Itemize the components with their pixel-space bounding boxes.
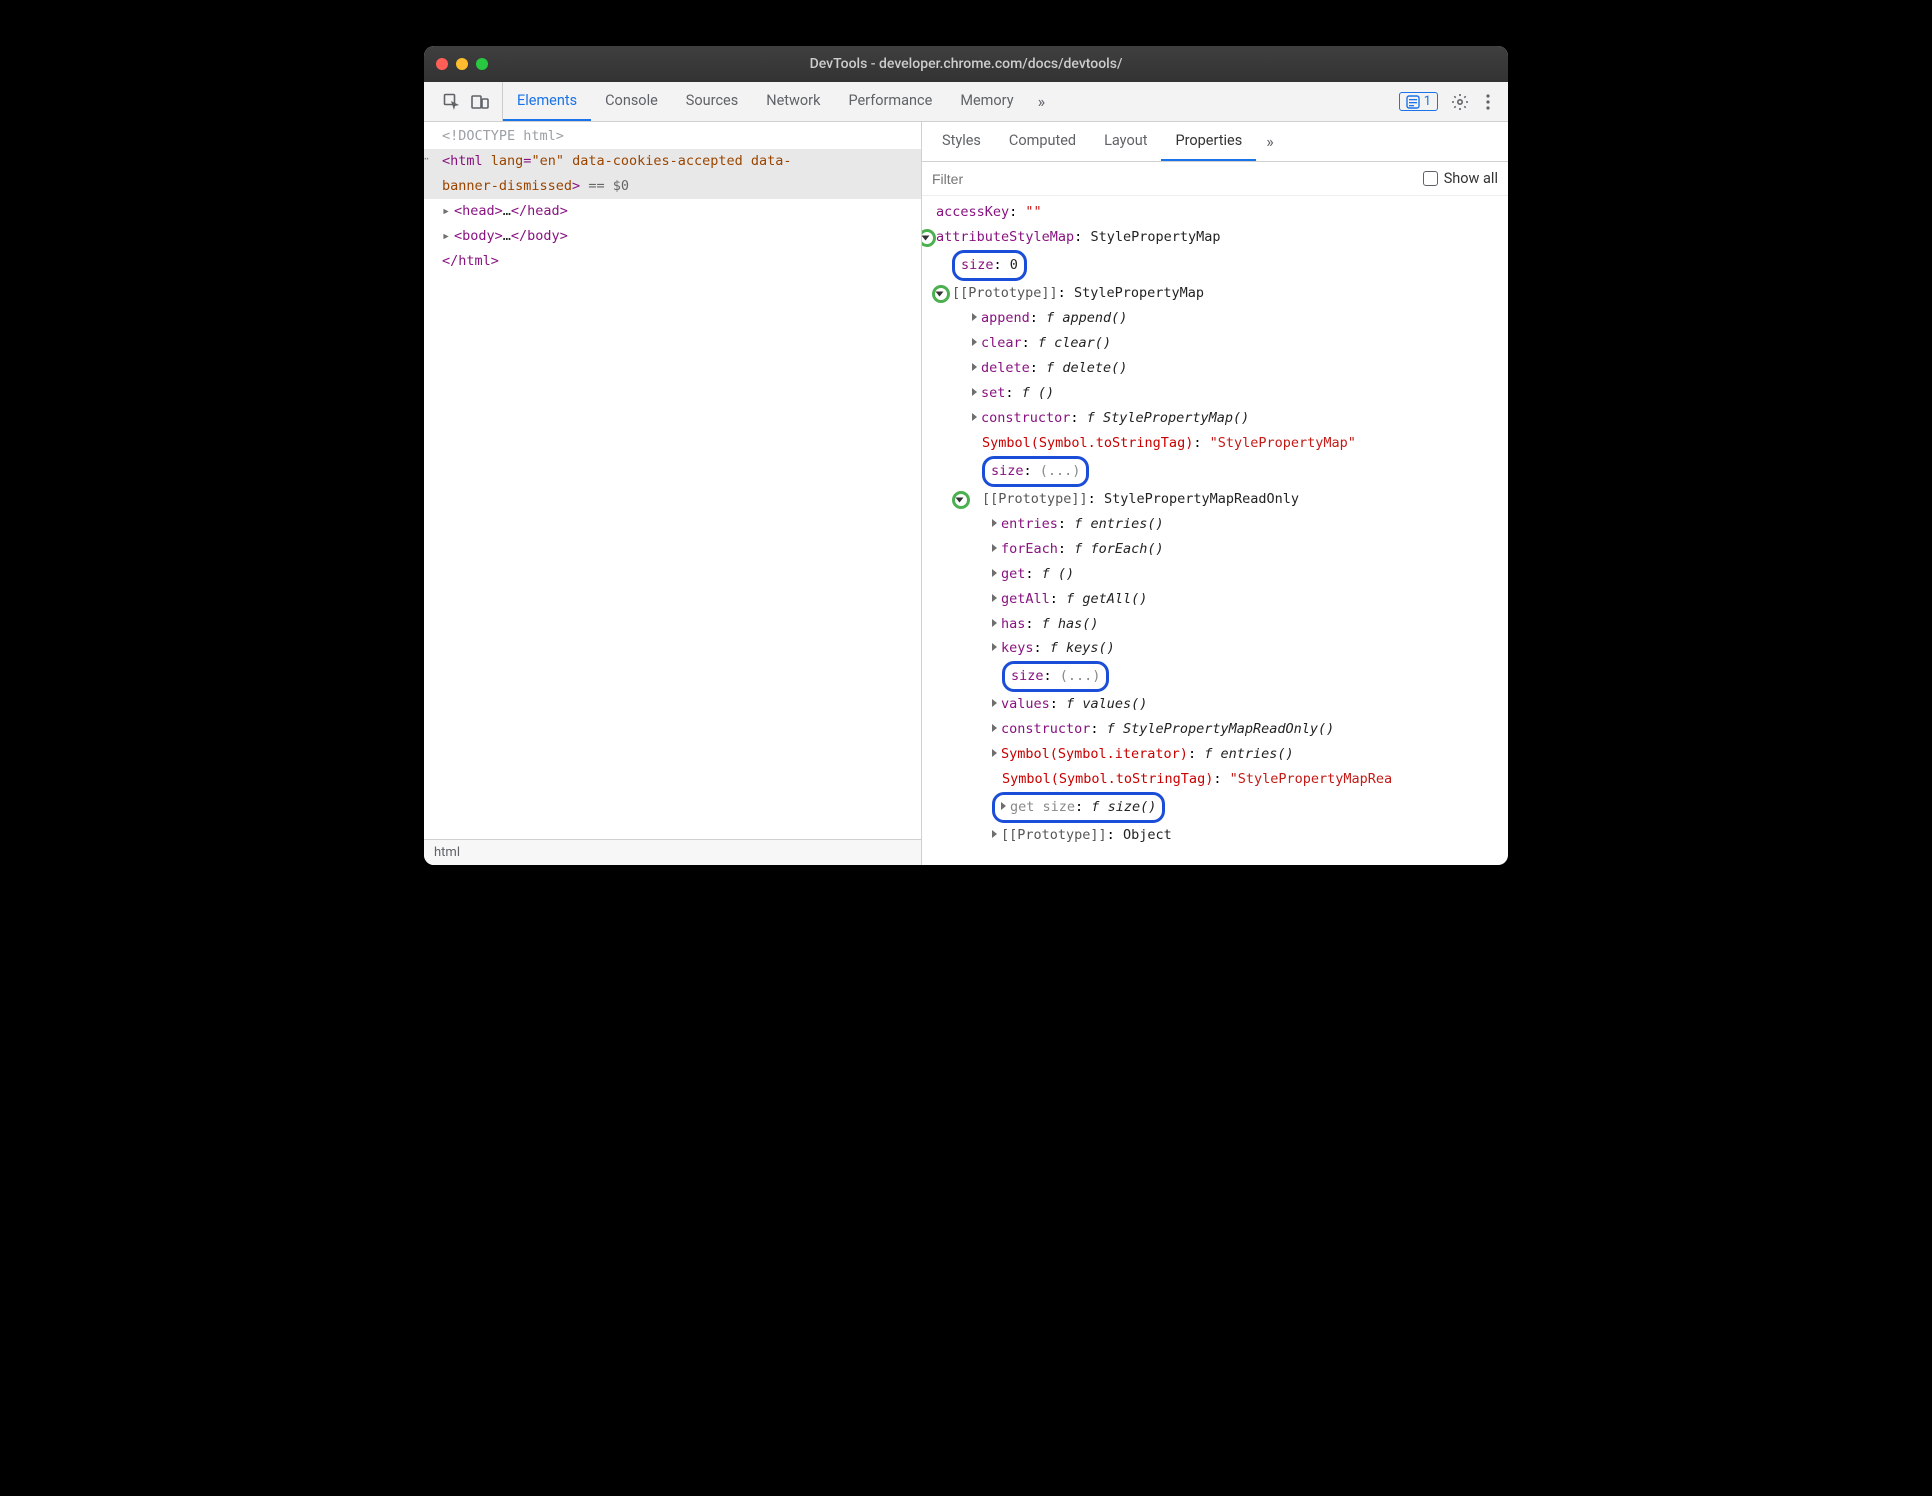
prop-values[interactable]: values: f values() — [922, 692, 1508, 717]
dom-html-element[interactable]: ⋯ <html lang="en" data-cookies-accepted … — [424, 149, 921, 199]
prop-prototype-2[interactable]: [[Prototype]]: StylePropertyMapReadOnly — [922, 487, 1508, 512]
prop-size-dots-2[interactable]: size: (...) — [922, 661, 1508, 692]
more-tabs-icon[interactable]: » — [1028, 82, 1056, 121]
window-title: DevTools - developer.chrome.com/docs/dev… — [424, 56, 1508, 72]
tab-sources[interactable]: Sources — [672, 82, 752, 121]
devtools-window: DevTools - developer.chrome.com/docs/dev… — [424, 46, 1508, 865]
dom-body-element[interactable]: ▸<body>…</body> — [424, 224, 921, 249]
tab-network[interactable]: Network — [752, 82, 834, 121]
close-window-button[interactable] — [436, 58, 448, 70]
tab-computed[interactable]: Computed — [995, 122, 1090, 161]
tab-performance[interactable]: Performance — [834, 82, 946, 121]
prop-attributestylemap[interactable]: attributeStyleMap: StylePropertyMap — [922, 225, 1508, 250]
show-all-label: Show all — [1444, 170, 1498, 187]
prop-constructor-2[interactable]: constructor: f StylePropertyMapReadOnly(… — [922, 717, 1508, 742]
elements-panel: <!DOCTYPE html> ⋯ <html lang="en" data-c… — [424, 122, 922, 865]
filter-bar: Show all — [922, 162, 1508, 196]
tab-memory[interactable]: Memory — [946, 82, 1027, 121]
prop-append[interactable]: append: f append() — [922, 306, 1508, 331]
titlebar: DevTools - developer.chrome.com/docs/dev… — [424, 46, 1508, 82]
traffic-lights — [436, 58, 488, 70]
tab-console[interactable]: Console — [591, 82, 672, 121]
prop-clear[interactable]: clear: f clear() — [922, 331, 1508, 356]
main-toolbar: Elements Console Sources Network Perform… — [424, 82, 1508, 122]
prop-size-dots-1[interactable]: size: (...) — [922, 456, 1508, 487]
dom-tree[interactable]: <!DOCTYPE html> ⋯ <html lang="en" data-c… — [424, 122, 921, 839]
prop-getall[interactable]: getAll: f getAll() — [922, 587, 1508, 612]
filter-input[interactable] — [932, 171, 1413, 187]
more-sidebar-tabs-icon[interactable]: » — [1256, 122, 1284, 161]
dom-head-element[interactable]: ▸<head>…</head> — [424, 199, 921, 224]
panel-tabs: Elements Console Sources Network Perform… — [503, 82, 1055, 121]
prop-has[interactable]: has: f has() — [922, 612, 1508, 637]
prop-constructor-1[interactable]: constructor: f StylePropertyMap() — [922, 406, 1508, 431]
expand-icon[interactable] — [922, 229, 936, 247]
breadcrumb[interactable]: html — [424, 839, 921, 865]
sidebar-panel: Styles Computed Layout Properties » Show… — [922, 122, 1508, 865]
tab-layout[interactable]: Layout — [1090, 122, 1161, 161]
prop-set[interactable]: set: f () — [922, 381, 1508, 406]
prop-entries[interactable]: entries: f entries() — [922, 512, 1508, 537]
issues-badge[interactable]: 1 — [1399, 92, 1438, 111]
prop-get-size[interactable]: get size: f size() — [922, 792, 1508, 823]
tab-styles[interactable]: Styles — [928, 122, 995, 161]
device-toolbar-icon[interactable] — [466, 88, 494, 116]
dom-html-close[interactable]: </html> — [424, 249, 921, 274]
issues-count: 1 — [1424, 94, 1431, 109]
show-all-toggle[interactable]: Show all — [1423, 170, 1498, 187]
content-area: <!DOCTYPE html> ⋯ <html lang="en" data-c… — [424, 122, 1508, 865]
expand-icon[interactable] — [932, 285, 950, 303]
prop-size-0[interactable]: size: 0 — [922, 250, 1508, 281]
settings-icon[interactable] — [1446, 88, 1474, 116]
prop-symbol-tostringtag-2[interactable]: Symbol(Symbol.toStringTag): "StyleProper… — [922, 767, 1508, 792]
prop-prototype-1[interactable]: [[Prototype]]: StylePropertyMap — [922, 281, 1508, 306]
properties-tree[interactable]: accessKey: "" attributeStyleMap: StylePr… — [922, 196, 1508, 865]
tab-properties[interactable]: Properties — [1161, 122, 1256, 161]
show-all-checkbox[interactable] — [1423, 171, 1438, 186]
inspect-element-icon[interactable] — [438, 88, 466, 116]
prop-prototype-3[interactable]: [[Prototype]]: Object — [922, 823, 1508, 848]
tab-elements[interactable]: Elements — [503, 82, 591, 121]
prop-keys[interactable]: keys: f keys() — [922, 636, 1508, 661]
prop-delete[interactable]: delete: f delete() — [922, 356, 1508, 381]
prop-get[interactable]: get: f () — [922, 562, 1508, 587]
prop-accesskey[interactable]: accessKey: "" — [922, 200, 1508, 225]
minimize-window-button[interactable] — [456, 58, 468, 70]
sidebar-tabs: Styles Computed Layout Properties » — [922, 122, 1508, 162]
maximize-window-button[interactable] — [476, 58, 488, 70]
dom-doctype[interactable]: <!DOCTYPE html> — [424, 124, 921, 149]
prop-symbol-tostringtag-1[interactable]: Symbol(Symbol.toStringTag): "StyleProper… — [922, 431, 1508, 456]
prop-foreach[interactable]: forEach: f forEach() — [922, 537, 1508, 562]
prop-symbol-iterator[interactable]: Symbol(Symbol.iterator): f entries() — [922, 742, 1508, 767]
expand-icon[interactable] — [952, 491, 970, 509]
more-options-icon[interactable] — [1474, 88, 1502, 116]
